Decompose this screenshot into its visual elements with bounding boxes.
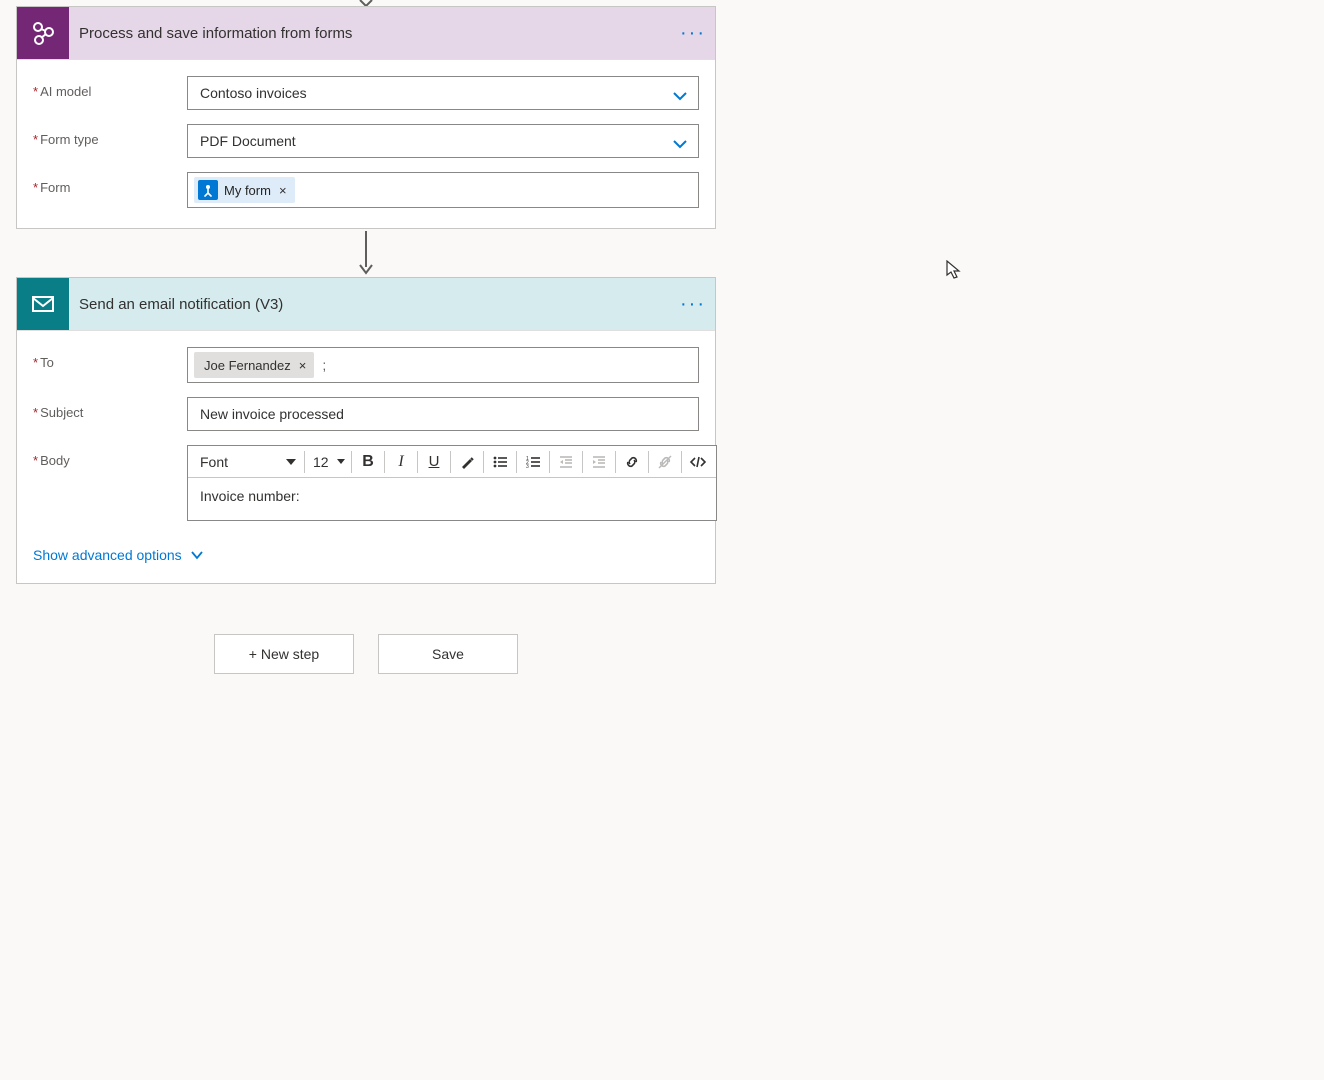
form-token-label: My form	[224, 183, 271, 198]
touch-icon	[198, 180, 218, 200]
card-more-menu[interactable]: ···	[671, 22, 715, 45]
svg-text:3: 3	[526, 464, 529, 470]
rte-indent-button[interactable]	[585, 448, 613, 476]
form-token-input[interactable]: My form ×	[187, 172, 699, 208]
remove-token-button[interactable]: ×	[277, 183, 289, 198]
cursor-icon	[946, 260, 962, 283]
show-advanced-options[interactable]: Show advanced options	[33, 547, 204, 563]
ai-model-select[interactable]: Contoso invoices	[187, 76, 699, 110]
subject-label: *Subject	[33, 397, 187, 420]
arrow-down-icon	[358, 229, 374, 277]
form-type-select[interactable]: PDF Document	[187, 124, 699, 158]
to-token-label: Joe Fernandez	[204, 358, 291, 373]
rte-size-select[interactable]: 12	[307, 448, 349, 476]
caret-down-icon	[337, 458, 345, 465]
rte-outdent-button[interactable]	[552, 448, 580, 476]
rte-bold-button[interactable]: B	[354, 448, 382, 476]
card-header[interactable]: Send an email notification (V3) ···	[17, 278, 715, 330]
to-label: *To	[33, 347, 187, 370]
chevron-down-icon	[672, 131, 688, 163]
subject-input[interactable]: New invoice processed	[187, 397, 699, 431]
to-input[interactable]: Joe Fernandez × ;	[187, 347, 699, 383]
action-card-ai-builder: Process and save information from forms …	[16, 6, 716, 229]
action-card-send-email: Send an email notification (V3) ··· *To …	[16, 277, 716, 584]
rte-font-select[interactable]: Font	[192, 448, 302, 476]
to-separator: ;	[322, 357, 326, 373]
card-more-menu[interactable]: ···	[671, 293, 715, 316]
card-header[interactable]: Process and save information from forms …	[17, 7, 715, 59]
rte-code-view-button[interactable]	[684, 448, 712, 476]
body-label: *Body	[33, 445, 187, 468]
rte-forecolor-button[interactable]	[453, 448, 481, 476]
form-label: *Form	[33, 172, 187, 195]
rte-underline-button[interactable]: U	[420, 448, 448, 476]
footer-buttons: + New step Save	[16, 634, 716, 674]
body-editor: Font 12 B I	[187, 445, 717, 521]
card-title: Send an email notification (V3)	[69, 296, 671, 313]
rte-link-button[interactable]	[618, 448, 646, 476]
save-button[interactable]: Save	[378, 634, 518, 674]
form-type-label: *Form type	[33, 124, 187, 147]
remove-token-button[interactable]: ×	[297, 358, 309, 373]
rte-italic-button[interactable]: I	[387, 448, 415, 476]
chevron-down-icon	[190, 548, 204, 562]
form-token[interactable]: My form ×	[194, 177, 295, 203]
chevron-down-icon	[672, 83, 688, 115]
flow-connector	[16, 229, 716, 277]
ai-model-label: *AI model	[33, 76, 187, 99]
ai-builder-icon	[17, 7, 69, 59]
rte-number-list-button[interactable]: 1 2 3	[519, 448, 547, 476]
caret-down-icon	[286, 458, 296, 466]
rte-toolbar: Font 12 B I	[188, 446, 716, 478]
arrowhead-icon	[358, 0, 374, 6]
rte-unlink-button[interactable]	[651, 448, 679, 476]
mail-icon	[17, 278, 69, 330]
new-step-button[interactable]: + New step	[214, 634, 354, 674]
to-token[interactable]: Joe Fernandez ×	[194, 352, 314, 378]
card-title: Process and save information from forms	[69, 25, 671, 42]
body-content[interactable]: Invoice number:	[188, 478, 716, 520]
rte-bullet-list-button[interactable]	[486, 448, 514, 476]
